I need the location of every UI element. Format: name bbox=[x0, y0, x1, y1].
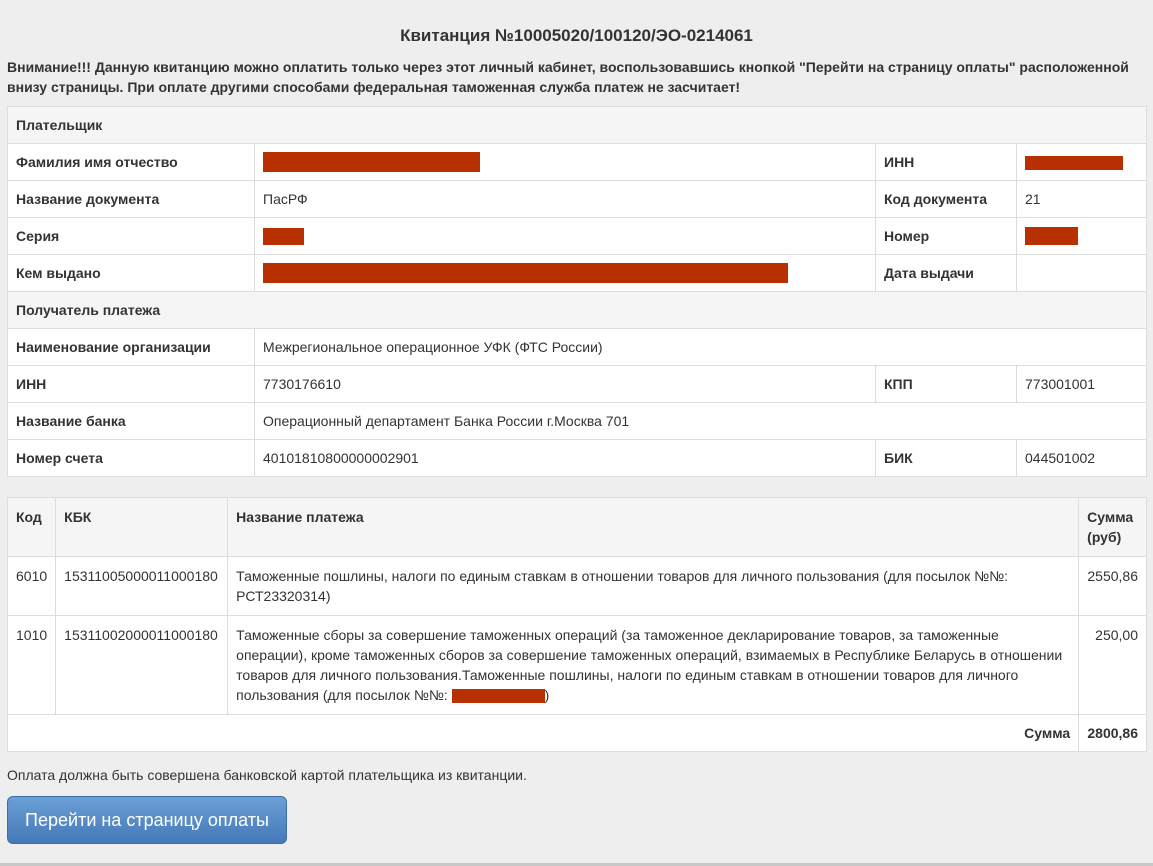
bik: 044501002 bbox=[1016, 439, 1147, 477]
account-label: Номер счета bbox=[7, 439, 255, 477]
header-sum: Сумма (руб) bbox=[1078, 497, 1147, 557]
bank-name: Операционный департамент Банка России г.… bbox=[254, 402, 1147, 440]
doc-name: ПасРФ bbox=[254, 180, 876, 218]
table-row: 1010 15311002000011000180 Таможенные сбо… bbox=[6, 615, 1147, 715]
doc-code-label: Код документа bbox=[875, 180, 1017, 218]
recipient-inn: 7730176610 bbox=[254, 365, 876, 403]
bank-label: Название банка bbox=[7, 402, 255, 440]
go-to-payment-button[interactable]: Перейти на страницу оплаты bbox=[7, 796, 287, 844]
row-name-cell: Таможенные сборы за совершение таможенны… bbox=[227, 615, 1080, 715]
kpp: 773001001 bbox=[1016, 365, 1147, 403]
row-code: 1010 bbox=[6, 615, 57, 715]
issued-by-label: Кем выдано bbox=[7, 254, 255, 292]
payment-note: Оплата должна быть совершена банковской … bbox=[7, 767, 527, 783]
recipient-section: Получатель платежа bbox=[7, 291, 1147, 329]
header-name: Название платежа bbox=[227, 497, 1080, 557]
redacted-fio bbox=[263, 152, 480, 172]
row-code: 6010 bbox=[6, 556, 57, 616]
fio-label: Фамилия имя отчество bbox=[7, 143, 255, 181]
redacted-issued-by bbox=[263, 263, 788, 283]
payer-recipient-table: Плательщик Фамилия имя отчество ИНН Назва… bbox=[7, 106, 1147, 477]
doc-name-label: Название документа bbox=[7, 180, 255, 218]
receipt-title: Квитанция №10005020/100120/ЭО-0214061 bbox=[400, 26, 753, 45]
series-label: Серия bbox=[7, 217, 255, 255]
doc-code: 21 bbox=[1016, 180, 1147, 218]
redacted-number bbox=[1025, 227, 1078, 246]
kpp-label: КПП bbox=[875, 365, 1017, 403]
issue-date bbox=[1016, 254, 1147, 292]
header-kbk: КБК bbox=[55, 497, 229, 557]
org-label: Наименование организации bbox=[7, 328, 255, 366]
account: 40101810800000002901 bbox=[254, 439, 876, 477]
warning-text: Внимание!!! Данную квитанцию можно оплат… bbox=[7, 59, 1129, 95]
row-name: Таможенные пошлины, налоги по единым ста… bbox=[227, 556, 1080, 616]
inn-label: ИНН bbox=[875, 143, 1017, 181]
payments-table: Код КБК Название платежа Сумма (руб) 601… bbox=[6, 497, 1147, 752]
number-label: Номер bbox=[875, 217, 1017, 255]
bik-label: БИК bbox=[875, 439, 1017, 477]
issue-date-label: Дата выдачи bbox=[875, 254, 1017, 292]
redacted-parcel bbox=[451, 689, 545, 704]
payer-section: Плательщик bbox=[7, 106, 1147, 144]
row-name: Таможенные сборы за совершение таможенны… bbox=[236, 627, 1063, 703]
header-code: Код bbox=[6, 497, 57, 557]
redacted-inn bbox=[1025, 156, 1123, 171]
row-sum: 2550,86 bbox=[1078, 556, 1147, 616]
redacted-series bbox=[263, 227, 304, 245]
row-kbk: 15311005000011000180 bbox=[55, 556, 229, 616]
row-sum: 250,00 bbox=[1078, 615, 1147, 715]
total-label: Сумма bbox=[6, 714, 1080, 752]
total-sum: 2800,86 bbox=[1078, 714, 1147, 752]
row-kbk: 15311002000011000180 bbox=[55, 615, 229, 715]
recipient-inn-label: ИНН bbox=[7, 365, 255, 403]
org-name: Межрегиональное операционное УФК (ФТС Ро… bbox=[254, 328, 1147, 366]
table-row: 6010 15311005000011000180 Таможенные пош… bbox=[6, 556, 1147, 616]
